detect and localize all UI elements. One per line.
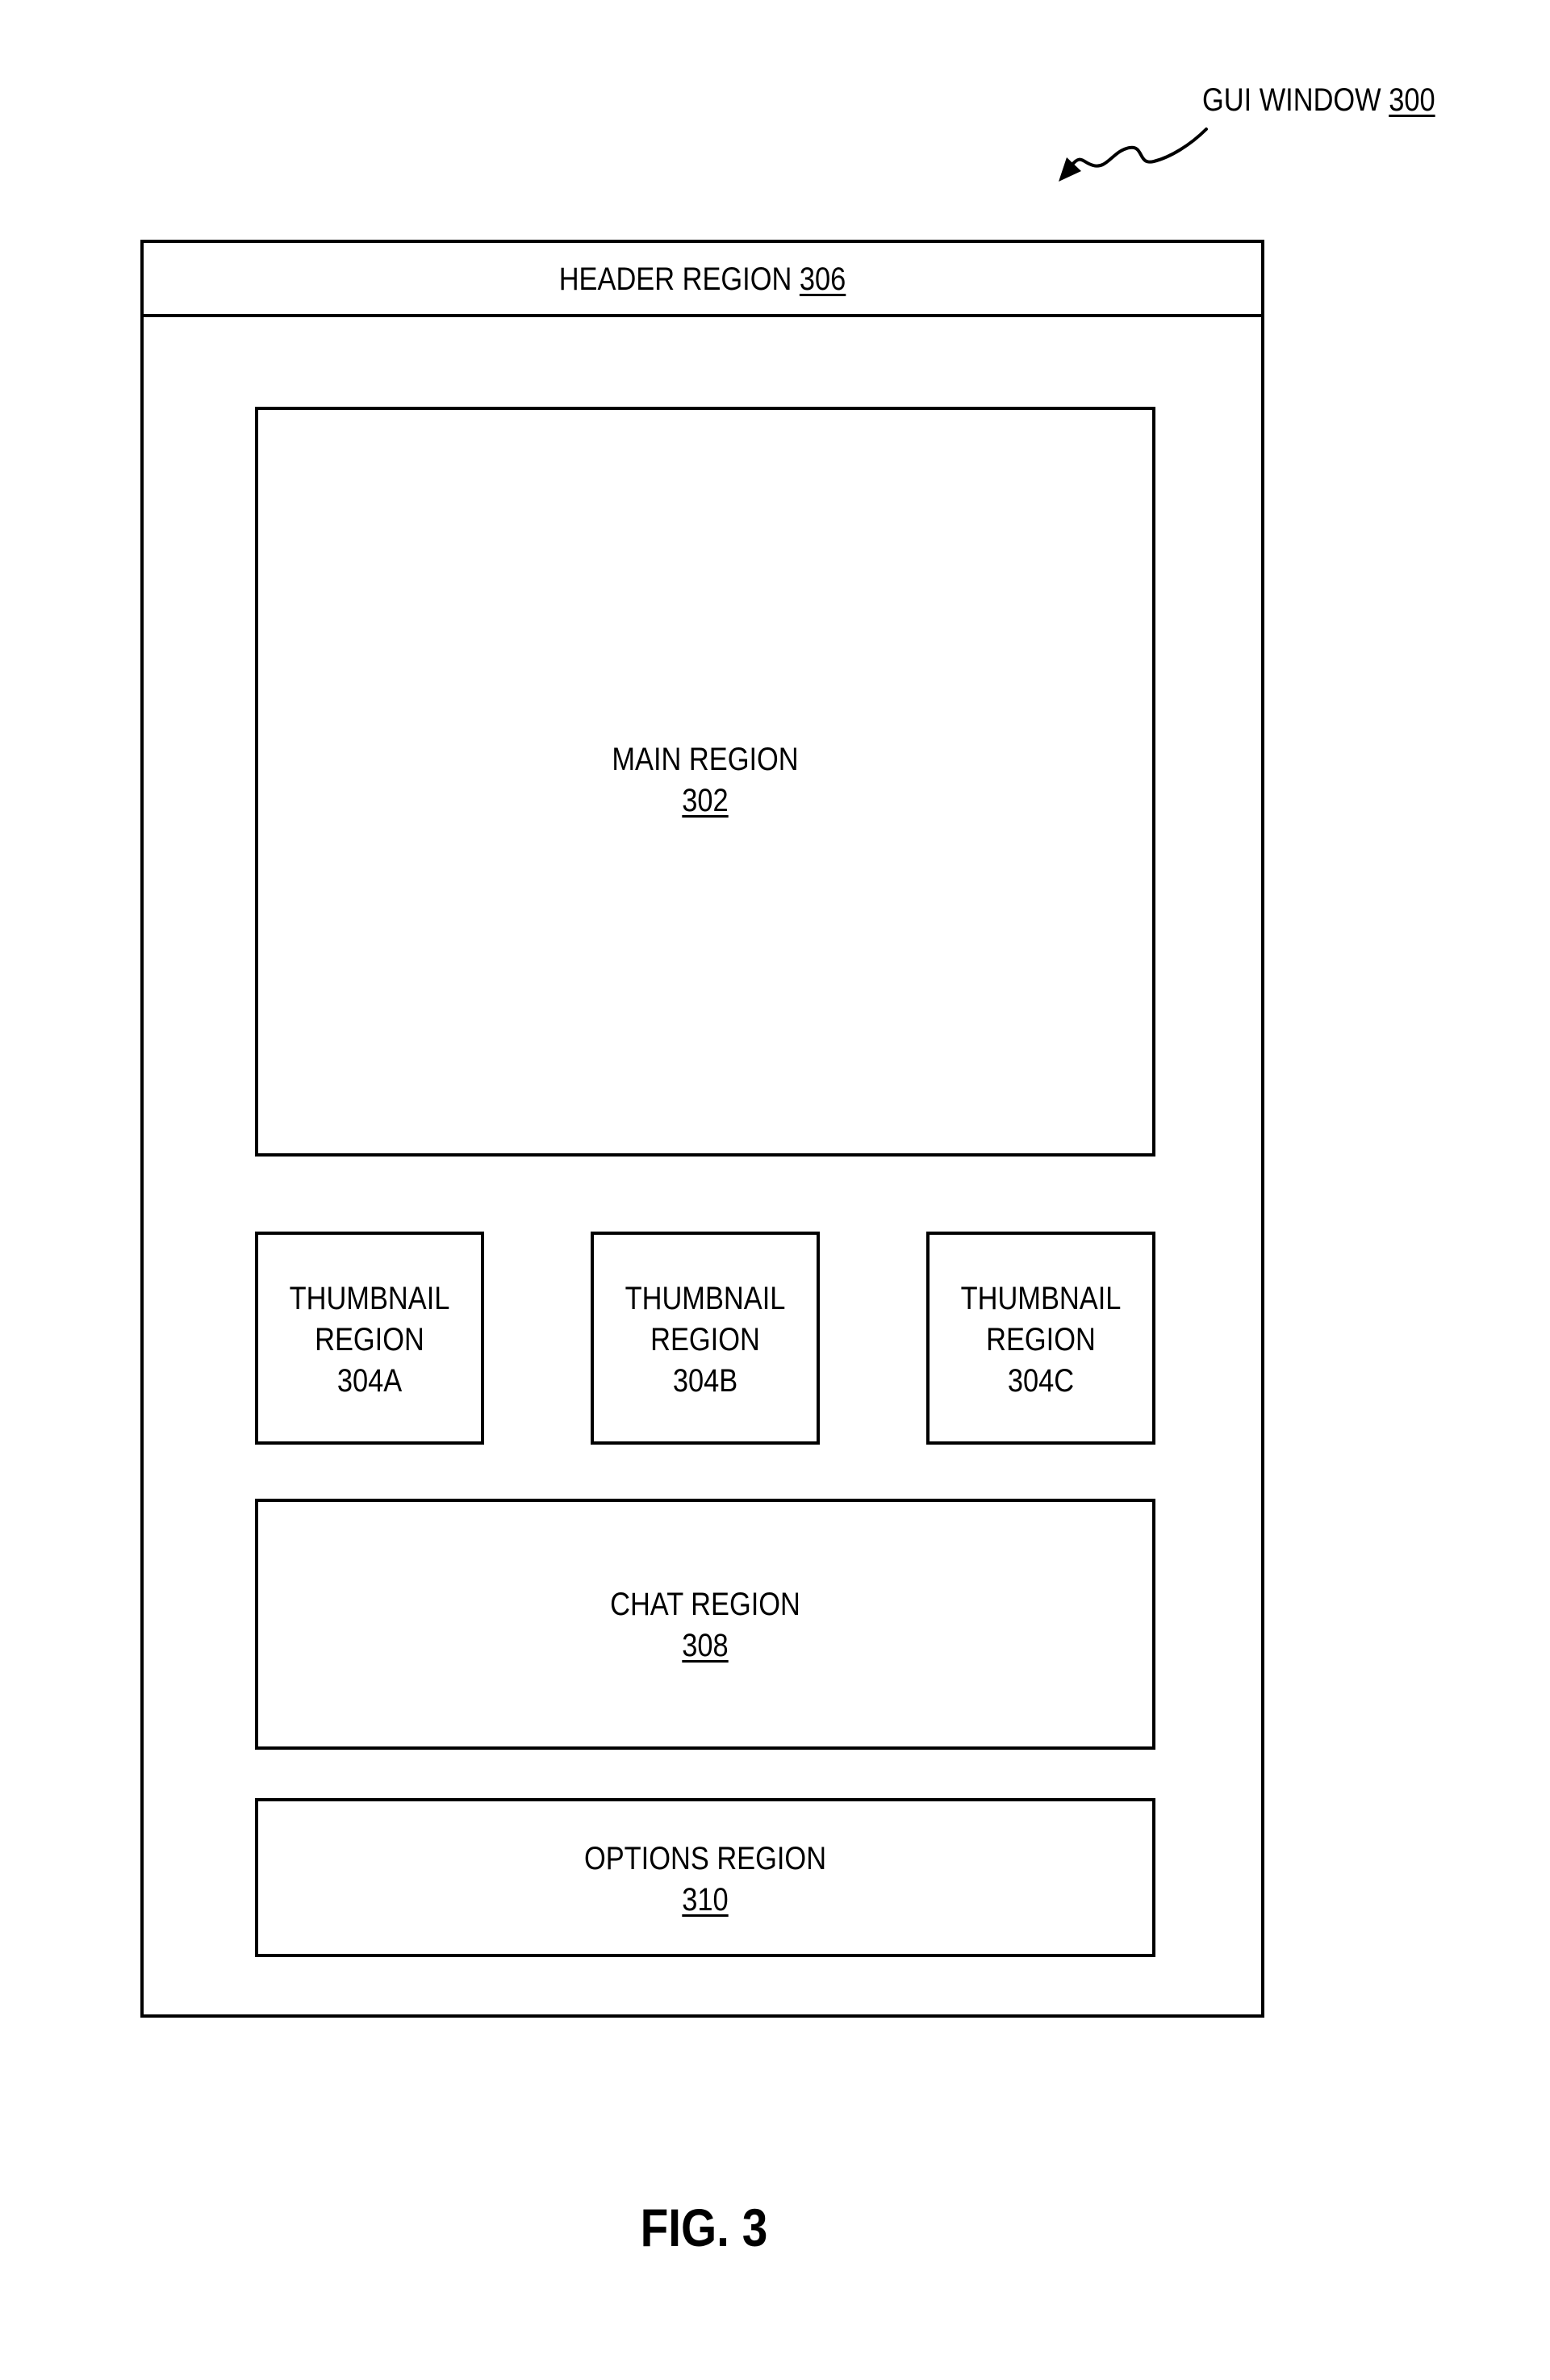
thumbnail-line-1: THUMBNAIL [609,1278,800,1320]
figure-caption: FIG. 3 [98,2197,1310,2258]
header-region-label: HEADER REGION 306 [222,259,1183,300]
options-region: OPTIONS REGION 310 [255,1798,1155,1957]
thumbnail-line-2: REGION [274,1320,465,1361]
chat-region-label: CHAT REGION 308 [321,1584,1090,1667]
options-region-label: OPTIONS REGION 310 [321,1838,1090,1921]
thumbnail-line-1: THUMBNAIL [274,1278,465,1320]
options-region-text: OPTIONS REGION [321,1838,1090,1880]
options-region-ref-number: 310 [682,1882,728,1918]
gui-window-label: GUI WINDOW 300 [1202,81,1431,119]
thumbnail-line-1: THUMBNAIL [945,1278,1136,1320]
main-region-text: MAIN REGION [321,739,1090,780]
chat-region-ref-number: 308 [682,1628,728,1663]
header-region-text: HEADER REGION [559,261,800,297]
thumbnail-region-b: THUMBNAIL REGION 304B [591,1232,820,1445]
header-region-ref-number: 306 [800,261,846,297]
squiggly-arrow-icon [1049,121,1218,194]
gui-window-ref-number: 300 [1389,82,1435,118]
thumbnail-line-2: REGION [609,1320,800,1361]
thumbnail-region-label: THUMBNAIL REGION 304B [609,1278,800,1402]
main-region-ref-number: 302 [682,783,728,818]
header-region: HEADER REGION 306 [144,243,1261,317]
thumbnail-region-label: THUMBNAIL REGION 304A [274,1278,465,1402]
main-region: MAIN REGION 302 [255,407,1155,1157]
thumbnail-ref-number: 304C [945,1361,1136,1402]
thumbnail-line-2: REGION [945,1320,1136,1361]
thumbnail-region-c: THUMBNAIL REGION 304C [926,1232,1155,1445]
gui-window-label-text: GUI WINDOW [1202,82,1389,118]
main-region-label: MAIN REGION 302 [321,739,1090,822]
chat-region-text: CHAT REGION [321,1584,1090,1625]
thumbnail-region-a: THUMBNAIL REGION 304A [255,1232,484,1445]
chat-region: CHAT REGION 308 [255,1499,1155,1750]
thumbnail-ref-number: 304B [609,1361,800,1402]
thumbnail-region-label: THUMBNAIL REGION 304C [945,1278,1136,1402]
thumbnail-ref-number: 304A [274,1361,465,1402]
